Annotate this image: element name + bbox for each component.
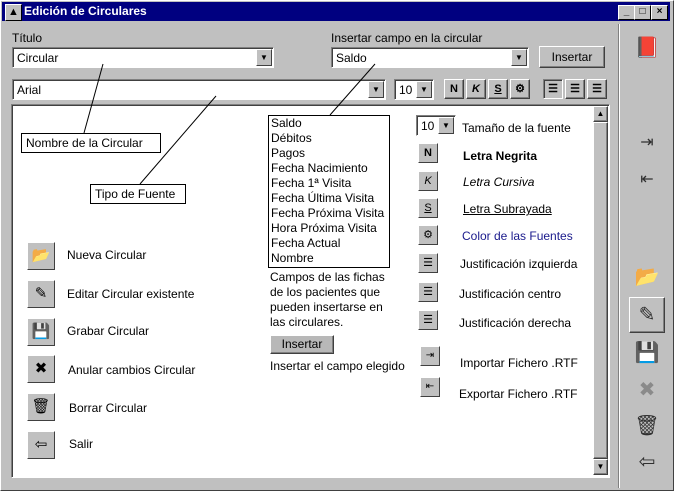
align-left-icon: ☰ [418,253,438,273]
italic-icon: K [418,171,438,191]
fields-help-line: pueden insertarse en [270,300,383,314]
open-folder-icon: 📂 [27,242,55,270]
fields-help-text: Campos de las fichas de los pacientes qu… [270,270,385,330]
font-color-icon: ⚙ [418,225,438,245]
sidebar-edit-document-icon[interactable]: ✎ [629,297,665,333]
size-legend-combo: 10 ▼ [416,115,456,136]
insert-help-button: Insertar [270,335,334,354]
align-center-icon: ☰ [418,282,438,302]
callout-tipo-fuente: Tipo de Fuente [90,184,186,204]
edit-document-icon: ✎ [27,280,55,308]
align-right-legend-label: Justificación derecha [459,316,572,330]
exit-door-icon: ⇦ [27,431,55,459]
fields-help-line: Campos de las fichas [270,270,385,284]
list-item: Saldo [271,116,302,130]
sidebar-exit-door-icon[interactable]: ⇦ [632,447,662,477]
sidebar-open-folder-icon[interactable]: 📂 [632,262,662,292]
italic-legend-label: Letra Cursiva [463,175,535,189]
underline-icon: S [418,198,438,218]
list-item: Fecha 1ª Visita [271,176,352,190]
list-item: Pagos [271,146,306,160]
align-right-icon: ☰ [418,310,438,330]
bold-icon: N [418,143,438,163]
sidebar-export-rtf-icon[interactable]: ⇤ [632,165,662,195]
list-item: Débitos [271,131,312,145]
sidebar-cancel-changes-icon: ✖ [638,379,656,401]
bold-legend-label: Letra Negrita [463,149,538,163]
export-legend-label: Exportar Fichero .RTF [459,387,578,401]
list-item: Fecha Actual [271,236,341,250]
callout-nombre-circular: Nombre de la Circular [21,133,161,153]
help-label-editar: Editar Circular existente [67,287,195,301]
insert-help-text: Insertar el campo elegido [270,359,405,373]
list-item: Fecha Última Visita [271,191,375,205]
underline-legend-label: Letra Subrayada [463,202,552,216]
sidebar-import-rtf-icon[interactable]: ⇥ [632,128,662,158]
list-item: Fecha Próxima Visita [271,206,385,220]
help-label-grabar: Grabar Circular [67,324,150,338]
chevron-down-icon: ▼ [438,117,454,134]
help-label-salir: Salir [69,437,94,451]
help-label-borrar: Borrar Circular [69,401,148,415]
sidebar-divider-highlight [619,24,620,488]
import-legend-label: Importar Fichero .RTF [460,356,578,370]
sidebar-trash-icon[interactable]: 🗑 [632,411,662,441]
trash-icon: 🗑 [27,393,55,421]
size-legend-value: 10 [421,119,435,133]
import-rtf-icon: ⇥ [420,346,440,366]
align-center-legend-label: Justificación centro [459,287,562,301]
color-legend-label: Color de las Fuentes [462,229,573,243]
help-label-nueva: Nueva Circular [67,248,147,262]
fields-list: Saldo Débitos Pagos Fecha Nacimiento Fec… [268,115,390,268]
help-label-anular: Anular cambios Circular [68,363,196,377]
sidebar-save-disk-icon: 💾 [634,342,660,364]
align-left-legend-label: Justificación izquierda [460,257,578,271]
export-rtf-icon: ⇤ [420,377,440,397]
size-legend-label: Tamaño de la fuente [462,121,571,135]
list-item: Fecha Nacimiento [271,161,368,175]
save-disk-icon: 💾 [27,318,55,346]
list-item: Nombre [271,251,314,265]
fields-help-line: las circulares. [270,315,344,329]
fields-help-line: de los pacientes que [270,285,381,299]
cancel-changes-icon: ✖ [27,355,55,383]
help-book-icon[interactable]: 📕 [632,33,662,63]
list-item: Hora Próxima Visita [271,221,377,235]
